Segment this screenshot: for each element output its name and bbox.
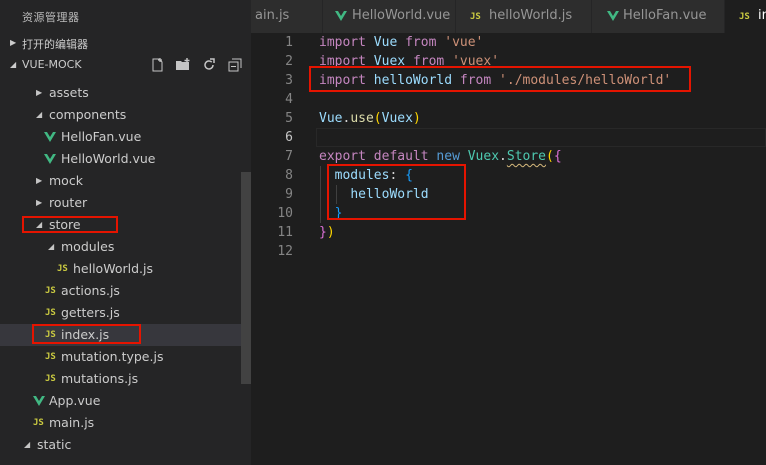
explorer-title: 资源管理器 <box>22 11 80 24</box>
tree-file-mutation-type-js[interactable]: JS mutation.type.js <box>0 346 251 368</box>
tree-label: mutation.type.js <box>61 349 164 364</box>
tree-label: helloWorld.js <box>73 261 153 276</box>
js-file-icon: JS <box>45 352 56 362</box>
tree-label: App.vue <box>49 393 101 408</box>
line-number: 1 <box>285 35 293 50</box>
js-file-icon: JS <box>45 286 56 296</box>
indent-guide <box>320 166 321 223</box>
js-file-icon: JS <box>33 418 44 428</box>
vue-file-icon <box>335 10 347 22</box>
tab-helloworld-js[interactable]: JS helloWorld.js <box>456 0 592 33</box>
tree-folder-assets[interactable]: ▶ assets <box>0 82 251 104</box>
explorer-actions <box>149 57 245 73</box>
chevron-right-icon: ▶ <box>36 198 43 207</box>
tab-label: in <box>758 8 766 23</box>
highlight-box-modules <box>327 164 466 220</box>
line-number: 5 <box>285 111 293 126</box>
code-line-11: }) <box>319 225 335 240</box>
tab-index-js[interactable]: JS in <box>725 0 766 33</box>
highlight-box-import-helloworld <box>309 66 691 92</box>
explorer-sidebar: 资源管理器 ▶ 打开的编辑器 ◢ VUE-MOCK ▶ assets ◢ com… <box>0 0 251 465</box>
tab-helloworld-vue[interactable]: HelloWorld.vue <box>323 0 456 33</box>
sidebar-scrollbar[interactable] <box>241 172 251 384</box>
code-editor[interactable]: 1 2 3 4 5 6 7 8 9 10 11 12 import Vue fr… <box>251 33 766 465</box>
tree-label: mutations.js <box>61 371 139 386</box>
chevron-right-icon: ▶ <box>36 88 43 97</box>
open-editors-label: 打开的编辑器 <box>22 38 88 51</box>
editor-tabs: ain.js HelloWorld.vue JS helloWorld.js H… <box>251 0 766 33</box>
tree-file-hellofan-vue[interactable]: HelloFan.vue <box>0 126 251 148</box>
tree-folder-modules[interactable]: ◢ modules <box>0 236 251 258</box>
refresh-icon[interactable] <box>201 57 217 73</box>
chevron-right-icon: ▶ <box>10 38 17 47</box>
tree-label: assets <box>49 85 89 100</box>
new-folder-icon[interactable] <box>175 57 191 73</box>
line-number: 12 <box>277 244 293 259</box>
tab-label: HelloWorld.vue <box>352 8 451 23</box>
vue-file-icon <box>607 10 619 22</box>
new-file-icon[interactable] <box>149 57 165 73</box>
tree-label: mock <box>49 173 83 188</box>
tree-file-mutations-js[interactable]: JS mutations.js <box>0 368 251 390</box>
code-line-1: import Vue from 'vue' <box>319 35 484 50</box>
chevron-down-icon: ◢ <box>48 242 55 251</box>
vue-file-icon <box>33 395 45 407</box>
tab-hellofan-vue[interactable]: HelloFan.vue <box>592 0 725 33</box>
tree-label: main.js <box>49 415 95 430</box>
chevron-down-icon: ◢ <box>10 60 17 69</box>
project-section[interactable]: ◢ VUE-MOCK <box>0 54 251 76</box>
highlight-box-store <box>22 216 118 233</box>
line-number: 2 <box>285 54 293 69</box>
line-number: 10 <box>277 206 293 221</box>
project-label: VUE-MOCK <box>22 58 82 71</box>
tree-file-main-js[interactable]: JS main.js <box>0 412 251 434</box>
tree-file-helloworld-js[interactable]: JS helloWorld.js <box>0 258 251 280</box>
tree-file-getters-js[interactable]: JS getters.js <box>0 302 251 324</box>
tree-label: router <box>49 195 88 210</box>
vue-file-icon <box>44 131 56 143</box>
line-number: 6 <box>285 130 293 145</box>
current-line-highlight <box>316 128 766 147</box>
tab-label: helloWorld.js <box>489 8 573 23</box>
tree-folder-components[interactable]: ◢ components <box>0 104 251 126</box>
tree-folder-static[interactable]: ◢ static <box>0 434 251 456</box>
tree-file-actions-js[interactable]: JS actions.js <box>0 280 251 302</box>
line-number: 3 <box>285 73 293 88</box>
js-file-icon: JS <box>45 308 56 318</box>
tree-label: components <box>49 107 127 122</box>
chevron-down-icon: ◢ <box>24 440 31 449</box>
tab-label: HelloFan.vue <box>623 8 707 23</box>
chevron-right-icon: ▶ <box>36 176 43 185</box>
tree-label: modules <box>61 239 115 254</box>
highlight-box-index <box>32 324 141 344</box>
js-file-icon: JS <box>45 374 56 384</box>
js-file-icon: JS <box>739 12 750 22</box>
tree-label: HelloFan.vue <box>61 129 142 144</box>
collapse-all-icon[interactable] <box>227 57 243 73</box>
tab-label: ain.js <box>255 8 290 23</box>
js-file-icon: JS <box>470 12 481 22</box>
js-file-icon: JS <box>57 264 68 274</box>
tree-label: getters.js <box>61 305 120 320</box>
code-line-5: Vue.use(Vuex) <box>319 111 421 126</box>
open-editors-section[interactable]: ▶ 打开的编辑器 <box>0 32 251 54</box>
vue-file-icon <box>44 153 56 165</box>
tree-label: HelloWorld.vue <box>61 151 156 166</box>
line-number: 8 <box>285 168 293 183</box>
line-number: 11 <box>277 225 293 240</box>
line-number: 9 <box>285 187 293 202</box>
tree-label: actions.js <box>61 283 120 298</box>
chevron-down-icon: ◢ <box>36 110 43 119</box>
tree-file-app-vue[interactable]: App.vue <box>0 390 251 412</box>
tree-label: static <box>37 437 72 452</box>
tree-folder-router[interactable]: ▶ router <box>0 192 251 214</box>
tab-main-js[interactable]: ain.js <box>251 0 323 33</box>
tree-file-helloworld-vue[interactable]: HelloWorld.vue <box>0 148 251 170</box>
line-number: 7 <box>285 149 293 164</box>
line-number: 4 <box>285 92 293 107</box>
tree-folder-mock[interactable]: ▶ mock <box>0 170 251 192</box>
